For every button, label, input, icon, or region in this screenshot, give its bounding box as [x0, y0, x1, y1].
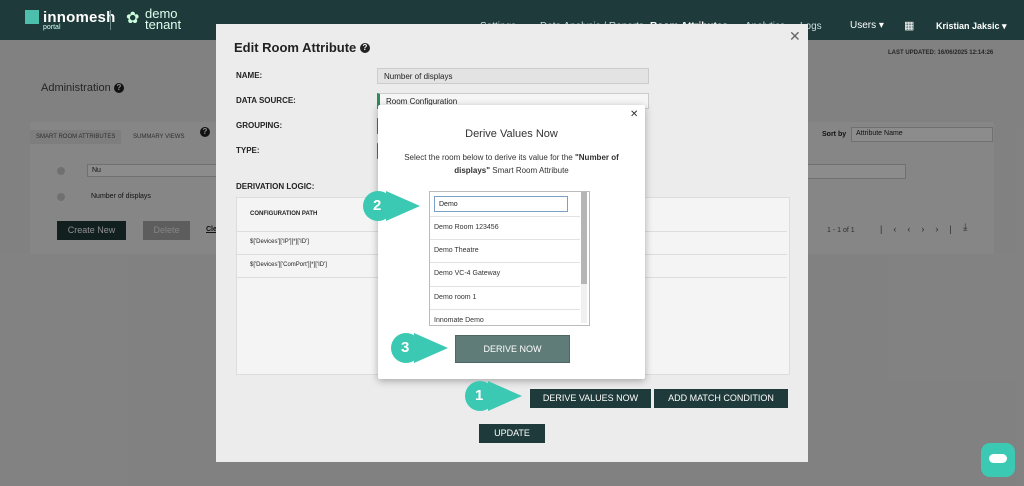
derive-now-button[interactable]: DERIVE NOW: [455, 335, 570, 363]
type-label: TYPE:: [236, 146, 260, 155]
room-option[interactable]: Demo Theatre: [434, 247, 578, 254]
callout-1-arrow: [488, 381, 522, 411]
derive-desc-text: Select the room below to derive its valu…: [404, 153, 575, 162]
chat-icon: [989, 454, 1007, 463]
logo-divider: [110, 10, 111, 30]
edit-modal-title: Edit Room Attribute: [234, 40, 357, 55]
room-option[interactable]: Demo room 1: [434, 294, 578, 301]
callout-2-number: 2: [373, 197, 382, 214]
apps-grid-icon[interactable]: ▦: [904, 19, 914, 32]
room-option[interactable]: Demo Room 123456: [434, 224, 578, 231]
list-divider: [430, 286, 580, 287]
edit-help-icon[interactable]: ?: [360, 43, 370, 53]
edit-close-icon[interactable]: ✕: [789, 28, 801, 45]
logo-sub: portal: [43, 24, 61, 31]
derive-modal-description: Select the room below to derive its valu…: [395, 151, 628, 177]
grouping-label: GROUPING:: [236, 121, 283, 130]
user-menu[interactable]: Kristian Jaksic ▾: [936, 21, 1007, 32]
room-option[interactable]: Demo VC-4 Gateway: [434, 270, 578, 277]
room-search-input[interactable]: Demo: [434, 196, 568, 212]
list-divider: [430, 309, 580, 310]
update-button[interactable]: UPDATE: [479, 424, 545, 443]
logo-icon: [25, 10, 39, 24]
derive-close-icon[interactable]: ✕: [630, 109, 638, 120]
config-path-header: CONFIGURATION PATH: [250, 211, 318, 217]
callout-2-arrow: [386, 191, 420, 221]
config-path-row[interactable]: $['Devices']['ComPort'][*]['ID']: [250, 262, 327, 268]
name-label: NAME:: [236, 71, 263, 80]
room-option[interactable]: Innomate Demo: [434, 317, 578, 323]
tenant-name: demo tenant: [145, 6, 182, 32]
derive-modal-title: Derive Values Now: [465, 128, 558, 140]
list-divider: [430, 239, 580, 240]
derive-desc-suffix: Smart Room Attribute: [490, 166, 569, 175]
list-divider: [430, 216, 580, 217]
data-source-label: DATA SOURCE:: [236, 96, 296, 105]
callout-3-arrow: [414, 333, 448, 363]
users-menu[interactable]: Users ▾: [850, 20, 884, 31]
room-list-scroll-thumb[interactable]: [581, 192, 587, 284]
tenant-logo-icon: ✿: [126, 10, 140, 27]
name-field[interactable]: Number of displays: [377, 68, 649, 84]
derivation-logic-label: DERIVATION LOGIC:: [236, 182, 315, 191]
derive-values-now-button[interactable]: DERIVE VALUES NOW: [530, 389, 651, 408]
callout-1-number: 1: [475, 387, 484, 404]
config-path-row[interactable]: $['Devices']['IP'][*]['ID']: [250, 239, 309, 245]
add-match-condition-button[interactable]: ADD MATCH CONDITION: [654, 389, 788, 408]
list-divider: [430, 262, 580, 263]
callout-3-number: 3: [401, 339, 410, 356]
